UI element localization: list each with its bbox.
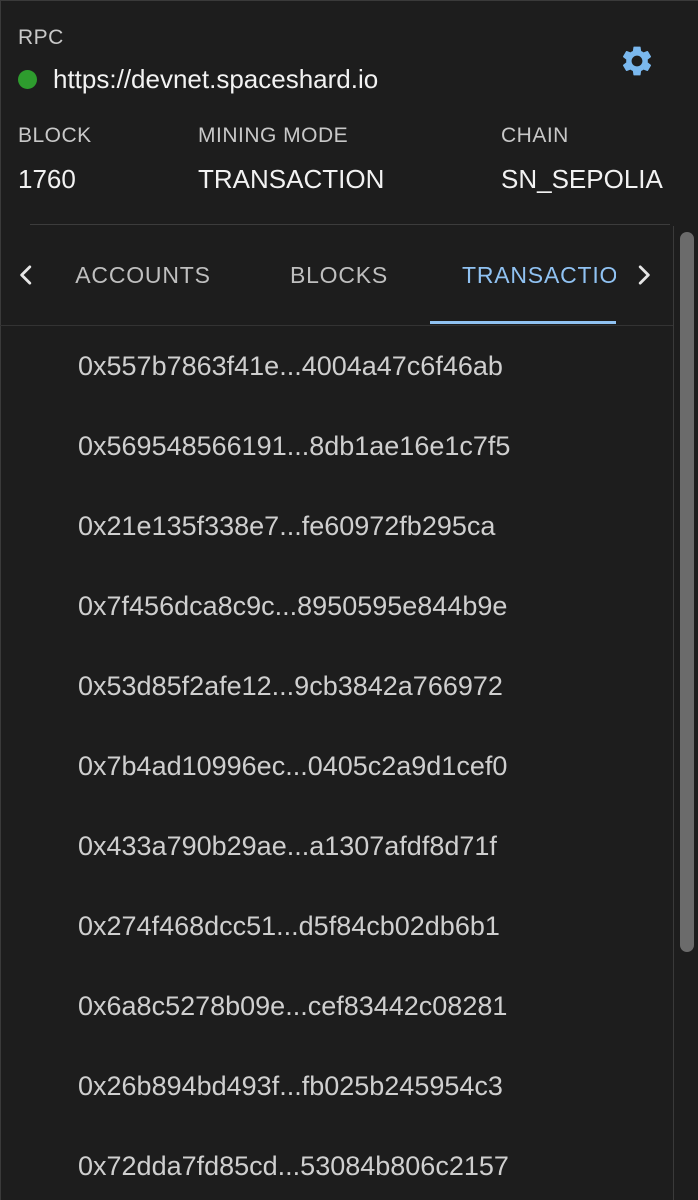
rpc-url: https://devnet.spaceshard.io [53,64,379,94]
scrollbar-thumb[interactable] [680,232,694,952]
mining-mode-value: TRANSACTION [198,164,385,194]
connection-status-dot [18,70,37,89]
chain-stat: CHAIN SN_SEPOLIA [501,124,663,195]
tab-accounts[interactable]: ACCOUNTS [48,226,238,325]
transaction-item[interactable]: 0x6a8c5278b09e...cef83442c08281 [0,966,673,1046]
panel-top-border [0,0,698,1]
tab-blocks[interactable]: BLOCKS [254,226,424,325]
rpc-row: https://devnet.spaceshard.io [18,64,378,95]
block-value: 1760 [18,164,76,194]
mining-mode-stat: MINING MODE TRANSACTION [198,124,384,195]
active-tab-indicator [430,321,616,324]
block-stat: BLOCK 1760 [18,124,92,195]
transaction-item[interactable]: 0x7b4ad10996ec...0405c2a9d1cef0 [0,726,673,806]
transaction-item[interactable]: 0x72dda7fd85cd...53084b806c2157 [0,1126,673,1200]
tab-transactions[interactable]: TRANSACTIONS [430,226,616,325]
header-divider [30,224,670,225]
gear-icon[interactable] [619,43,655,79]
chain-label: CHAIN [501,124,569,147]
chevron-left-icon[interactable] [13,262,39,288]
mining-mode-label: MINING MODE [198,124,349,147]
devnet-panel: RPC https://devnet.spaceshard.io BLOCK 1… [0,0,698,1200]
transaction-item[interactable]: 0x274f468dcc51...d5f84cb02db6b1 [0,886,673,966]
transaction-item[interactable]: 0x7f456dca8c9c...8950595e844b9e [0,566,673,646]
chain-value: SN_SEPOLIA [501,164,663,194]
transaction-item[interactable]: 0x569548566191...8db1ae16e1c7f5 [0,406,673,486]
transaction-item[interactable]: 0x26b894bd493f...fb025b245954c3 [0,1046,673,1126]
block-label: BLOCK [18,124,92,147]
tab-content: ACCOUNTS BLOCKS TRANSACTIONS 0x557b7863f… [0,226,673,1200]
transaction-item[interactable]: 0x21e135f338e7...fe60972fb295ca [0,486,673,566]
rpc-label: RPC [18,26,64,49]
chevron-right-icon[interactable] [631,262,657,288]
transaction-item[interactable]: 0x557b7863f41e...4004a47c6f46ab [0,326,673,406]
transaction-list: 0x557b7863f41e...4004a47c6f46ab 0x569548… [0,326,673,1200]
tab-bar: ACCOUNTS BLOCKS TRANSACTIONS [0,226,673,326]
transaction-item[interactable]: 0x53d85f2afe12...9cb3842a766972 [0,646,673,726]
transaction-item[interactable]: 0x433a790b29ae...a1307afdf8d71f [0,806,673,886]
